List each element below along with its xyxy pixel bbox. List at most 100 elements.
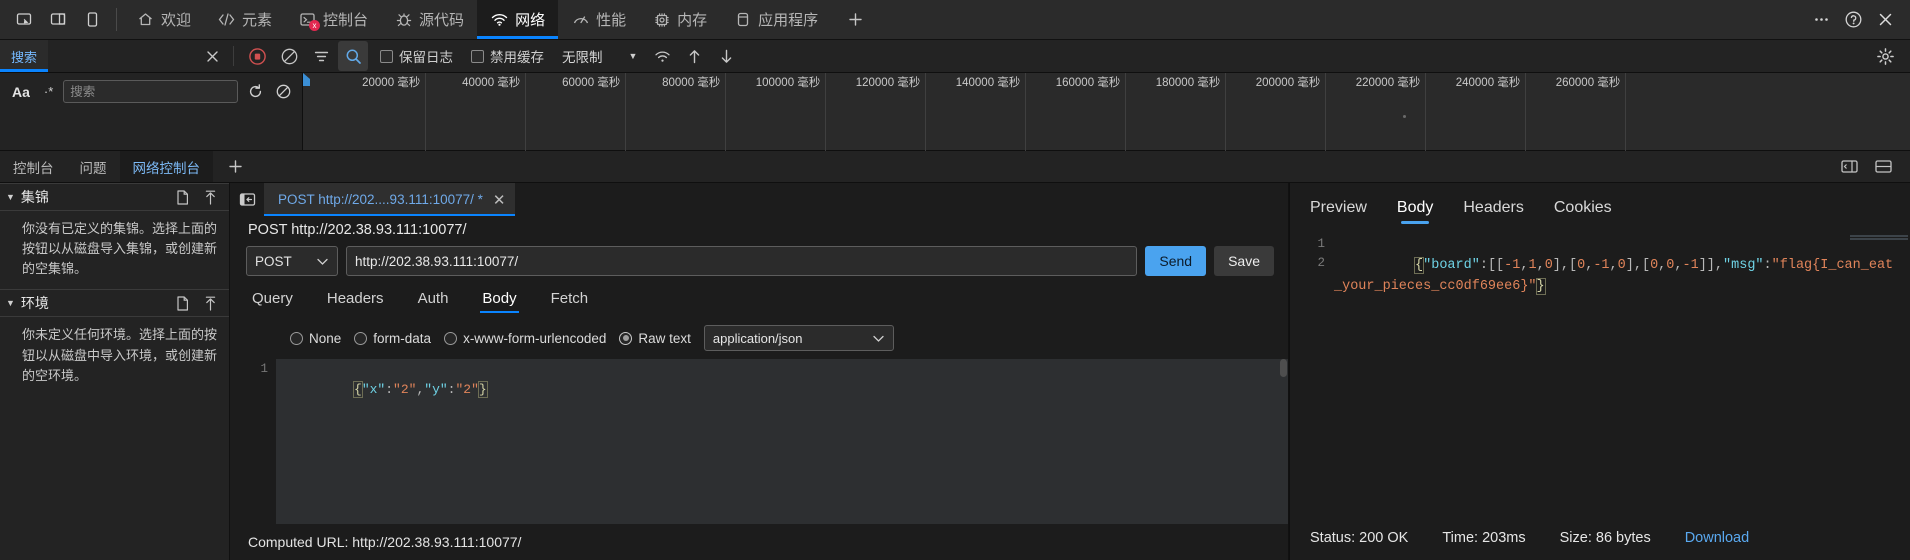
timeline-tick: 260000 毫秒 [1556,73,1627,151]
tab-network[interactable]: 网络 [477,0,559,39]
devtools-window: 欢迎 元素 x 控制台 源代码 网络 性能 内存 应用程序 搜索 保留日志 禁用… [0,0,1910,560]
search-input[interactable] [63,80,239,103]
wifi-small-icon[interactable] [647,41,677,71]
import-collection-arrow-up-icon[interactable] [199,186,221,208]
tab-elements[interactable]: 元素 [204,0,285,39]
tab-welcome[interactable]: 欢迎 [123,0,204,39]
case-sensitive-icon[interactable]: Aa [8,84,34,100]
more-options-button[interactable] [1806,5,1836,35]
subtab-fetch[interactable]: Fetch [551,290,589,311]
line-number: 1 [1317,237,1325,251]
wifi-icon [490,10,509,29]
url-input[interactable] [346,246,1138,276]
tab-issues-panel[interactable]: 问题 [67,151,120,182]
sidebar-section-collections-header[interactable]: ▼ 集锦 [0,183,229,211]
radio-urlencoded[interactable]: x-www-form-urlencoded [444,331,606,346]
radio-raw-text[interactable]: Raw text [619,331,691,346]
tab-application[interactable]: 应用程序 [720,0,831,39]
persist-logs-checkbox[interactable]: 保留日志 [370,46,459,66]
request-body-editor[interactable]: 1 {"x":"2","y":"2"} [230,359,1288,524]
network-timeline[interactable]: 20000 毫秒 40000 毫秒 60000 毫秒 80000 毫秒 100000 毫… [303,73,1910,151]
subtab-headers[interactable]: Headers [327,290,384,311]
subtab-query[interactable]: Query [252,290,293,311]
tab-performance[interactable]: 性能 [558,0,639,39]
timeline-tick-label: 180000 毫秒 [1155,77,1221,89]
download-har-icon[interactable] [711,41,741,71]
radio-label: Raw text [638,330,691,346]
throttle-dropdown[interactable]: 无限制 ▼ [552,46,645,66]
no-entry-icon[interactable] [274,41,304,71]
request-editor-scrollbar-vertical[interactable] [1279,359,1288,524]
response-body-editor[interactable]: 1 2 {"board":[[-1,1,0],[0,-1,0],[0,0,-1]… [1290,231,1910,516]
timeline-tick: 240000 毫秒 [1456,73,1527,151]
tab-network-console-panel[interactable]: 网络控制台 [119,151,213,182]
request-tab[interactable]: POST http://202....93.111:10077/ * ✕ [264,183,516,216]
responsive-mode-icon[interactable] [78,6,106,34]
response-status: Status: 200 OK [1310,530,1409,546]
gear-icon[interactable] [1870,41,1900,71]
network-search-panel: Aa ·* [0,73,304,150]
record-icon[interactable] [242,41,272,71]
save-button[interactable]: Save [1214,246,1274,276]
send-button[interactable]: Send [1145,246,1207,276]
timeline-tick: 160000 毫秒 [1056,73,1127,151]
request-editor-content[interactable]: {"x":"2","y":"2"} [276,359,1288,524]
dock-to-side-icon[interactable] [44,6,72,34]
sidebar-section-environments-header[interactable]: ▼ 环境 [0,289,229,318]
split-console-icon[interactable] [1834,152,1864,182]
refresh-icon[interactable] [244,81,266,103]
sidebar-collections-empty-text: 你没有已定义的集锦。选择上面的按钮以从磁盘导入集锦，或创建新的空集锦。 [22,221,218,277]
response-tab-preview[interactable]: Preview [1310,199,1367,223]
tab-memory[interactable]: 内存 [639,0,720,39]
clear-search-icon[interactable] [272,81,294,103]
radio-none[interactable]: None [290,331,341,346]
devtools-toolbar: 欢迎 元素 x 控制台 源代码 网络 性能 内存 应用程序 [0,0,1910,40]
subtab-body[interactable]: Body [480,290,519,313]
network-search-tab[interactable]: 搜索 [0,40,48,72]
chevron-down-icon: ▼ [6,192,15,202]
collapse-left-icon[interactable] [230,183,264,216]
tab-sources[interactable]: 源代码 [381,0,477,39]
dock-separate-window-icon[interactable] [10,6,38,34]
tab-label: 欢迎 [161,12,192,29]
search-and-timeline-row: Aa ·* 20000 毫秒 40000 毫秒 60000 毫秒 80000 毫秒 10… [0,73,1910,151]
response-editor-content[interactable]: {"board":[[-1,1,0],[0,-1,0],[0,0,-1]],"m… [1334,231,1910,516]
magnifier-icon[interactable] [338,41,368,71]
subtab-auth[interactable]: Auth [418,290,449,311]
close-devtools-button[interactable] [1870,5,1900,35]
response-editor-gutter: 1 2 [1290,231,1334,516]
clear-filter-icon[interactable] [199,43,225,69]
import-environment-arrow-up-icon[interactable] [199,292,221,314]
tab-console-panel[interactable]: 控制台 [0,151,67,182]
download-link[interactable]: Download [1685,530,1750,546]
funnel-icon[interactable] [306,41,336,71]
timeline-start-marker [303,73,311,86]
new-collection-file-icon[interactable] [171,186,193,208]
regex-icon[interactable]: ·* [40,84,57,99]
response-tab-body[interactable]: Body [1397,199,1433,224]
help-button[interactable] [1838,5,1868,35]
request-editor-gutter: 1 [260,362,268,376]
bug-icon [394,10,413,29]
network-search-tab-label: 搜索 [10,49,37,65]
radio-label: x-www-form-urlencoded [463,330,607,346]
new-environment-file-icon[interactable] [171,292,193,314]
tab-label: 问题 [79,160,107,176]
method-select[interactable]: POST [246,246,338,276]
tab-console[interactable]: x 控制台 [285,0,381,39]
radio-dot [354,331,368,345]
request-title: POST http://202.38.93.111:10077/ [248,222,467,238]
panel-layout-icon[interactable] [1868,152,1898,182]
scrollbar-thumb[interactable] [1280,359,1287,377]
upload-har-icon[interactable] [679,41,709,71]
mime-type-select[interactable]: application/json [703,325,894,351]
add-tab-button[interactable] [831,0,880,39]
disable-cache-checkbox[interactable]: 禁用缓存 [461,46,550,66]
toolbar-right-buttons [1806,0,1910,39]
close-icon[interactable]: ✕ [493,191,506,209]
radio-form-data[interactable]: form-data [354,331,431,346]
timeline-tick-label: 260000 毫秒 [1555,77,1621,89]
response-tab-headers[interactable]: Headers [1463,199,1523,223]
response-tab-cookies[interactable]: Cookies [1554,199,1612,223]
add-console-tab-button[interactable] [213,151,258,182]
